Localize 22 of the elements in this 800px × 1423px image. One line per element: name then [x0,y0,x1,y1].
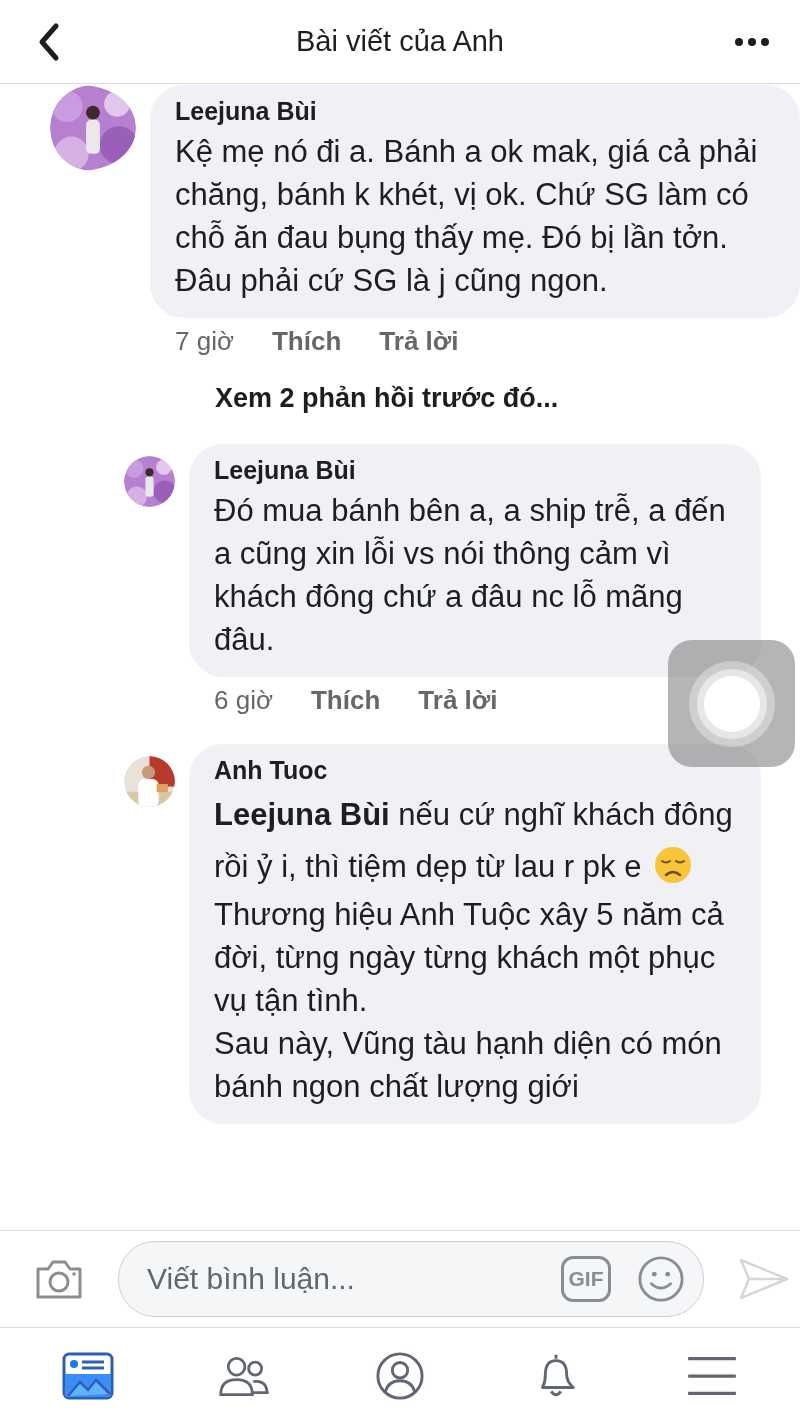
comment-time: 6 giờ [214,685,273,716]
comment-author[interactable]: Anh Tuoc [214,756,735,785]
page-title: Bài viết của Anh [296,25,504,58]
comment-input-field[interactable]: Viết bình luận... GIF [118,1241,704,1317]
comment-author[interactable]: Leejuna Bùi [214,456,735,485]
comment-text: Thương hiệu Anh Tuộc xây 5 năm cả đời, từng ngày từng khách một phục vụ tận tình. [214,896,725,1020]
profile-icon [374,1350,426,1401]
comment-text: Leejuna Bùi nếu cứ nghĩ khách đông rồi ỷ i, thì tiệm dẹp từ lau r pk e [214,797,733,884]
comment-text: Đó mua bánh bên a, a ship trễ, a đến a cũng xin lỗi vs nói thông cảm vì khách đông chứ a đâu nc lỗ mãng đâu. [214,492,727,659]
reply-link[interactable]: Trả lời [379,326,459,357]
like-link[interactable]: Thích [311,685,381,716]
comment-time: 7 giờ [175,326,234,357]
reply-link[interactable]: Trả lời [418,685,498,716]
comment-author[interactable]: Leejuna Bùi [175,97,774,126]
view-previous-replies-link[interactable]: Xem 2 phản hồi trước đó... [215,383,559,414]
more-button[interactable] [734,36,770,47]
comment-text: Sau này, Vũng tàu hạnh diện có món bánh ngon chất lượng giới [214,1025,723,1106]
comment-text: Kệ mẹ nó đi a. Bánh a ok mak, giá cả phải chăng, bánh k khét, vị ok. Chứ SG làm có chỗ ăn đau bụng thấy mẹ. Đó bị lần tởn. Đâu phải cứ SG là j cũng ngon. [175,133,759,300]
smiley-icon[interactable] [637,1255,685,1303]
gif-button[interactable]: GIF [561,1256,611,1302]
like-link[interactable]: Thích [272,326,342,357]
news-feed-icon [62,1350,114,1401]
